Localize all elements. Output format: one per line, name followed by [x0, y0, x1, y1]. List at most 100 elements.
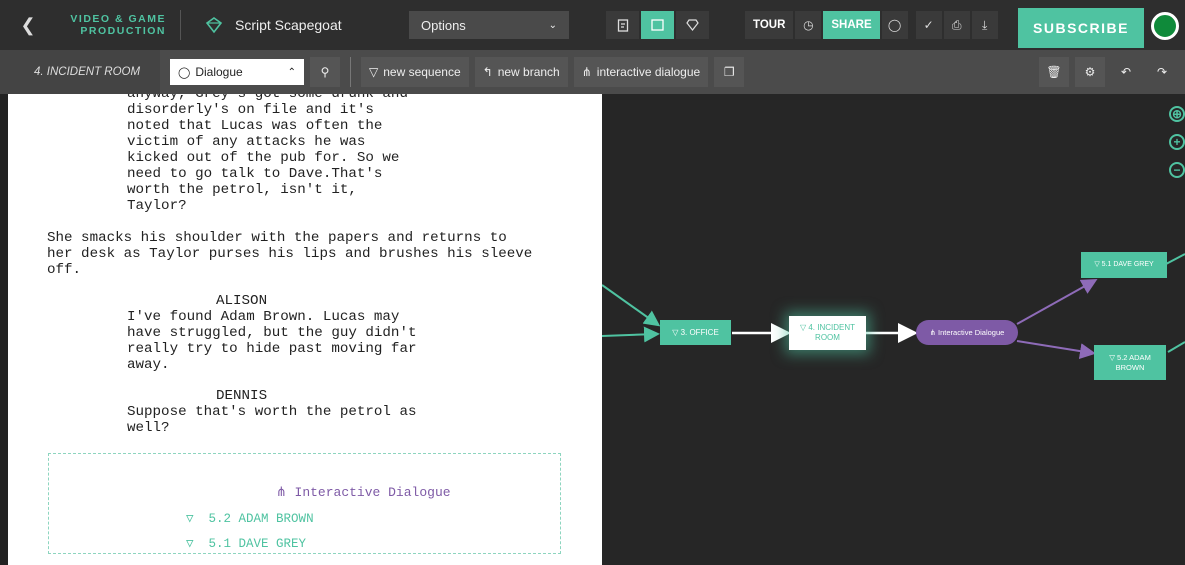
brand-line-2: PRODUCTION	[80, 25, 166, 37]
edge	[1165, 253, 1185, 265]
copy-icon: ❐	[723, 65, 735, 79]
branch-icon: ↰	[482, 65, 493, 79]
interactive-dialogue-button[interactable]: ⋔ interactive dialogue	[573, 57, 709, 87]
divider	[180, 10, 181, 40]
gem-icon: ▽	[1094, 261, 1102, 268]
interactive-dialogue-title-text: Interactive Dialogue	[294, 485, 451, 500]
dialogue-line: really try to hide past moving far	[127, 341, 417, 357]
new-branch-label: new branch	[497, 65, 560, 79]
gem-icon: ▽	[1109, 352, 1118, 362]
redo-icon[interactable]: ↷	[1147, 57, 1177, 87]
chevron-down-icon: ⌄	[548, 19, 557, 31]
dialogue-line: noted that Lucas was often the	[127, 118, 383, 134]
new-sequence-label: new sequence	[383, 65, 461, 79]
node-label-line-1: ▽ 5.2 ADAM	[1109, 353, 1151, 363]
dialogue-line: have struggled, but the guy didn't	[127, 325, 417, 341]
gem-icon: ▽	[186, 537, 209, 551]
interactive-dialogue-block[interactable]: ⋔ Interactive Dialogue ▽ 5.2 ADAM BROWN …	[48, 453, 561, 554]
edge	[1167, 341, 1185, 353]
action-group: TOUR ◷ SHARE ◯	[745, 11, 910, 39]
brand-logo[interactable]: VIDEO & GAME PRODUCTION	[48, 13, 166, 37]
node-label: 5.1 DAVE GREY	[1101, 261, 1154, 268]
dialogue-line: kicked out of the pub for. So we	[127, 150, 400, 166]
node-label-line-2: ROOM	[815, 333, 840, 342]
edge	[1016, 279, 1098, 325]
node-label-line-1: ▽ 4. INCIDENT	[800, 323, 855, 333]
select-content: ◯ Dialogue	[178, 65, 243, 79]
brand-line-1: VIDEO & GAME	[70, 13, 166, 25]
speech-bubble-icon: ◯	[178, 66, 191, 79]
dialogue-line: I've found Adam Brown. Lucas may	[127, 309, 400, 325]
interactive-dialogue-label: interactive dialogue	[596, 65, 701, 79]
edge	[602, 326, 660, 343]
download-icon[interactable]: ⤓	[971, 11, 998, 39]
options-dropdown[interactable]: Options ⌄	[409, 11, 569, 39]
utility-group: ✓ ⎙ ⤓	[915, 11, 1000, 39]
node-label: Interactive Dialogue	[938, 327, 1005, 337]
dialogue-line: Taylor?	[127, 198, 187, 214]
delete-icon[interactable]: 🗑	[1039, 57, 1069, 87]
element-type-select[interactable]: ◯ Dialogue ⌃	[170, 59, 304, 85]
dialogue-option[interactable]: ▽ 5.1 DAVE GREY	[141, 521, 306, 565]
gem-icon: ▽	[369, 65, 379, 79]
graph-node-incident-room[interactable]: ▽ 4. INCIDENT ROOM	[789, 316, 866, 350]
new-sequence-button[interactable]: ▽ new sequence	[361, 57, 469, 87]
select-value: Dialogue	[195, 65, 243, 79]
graph-node-adam-brown[interactable]: ▽ 5.2 ADAM BROWN	[1094, 345, 1166, 380]
scene-tools: 🗑 ⚙ ↶ ↷	[1033, 57, 1177, 87]
dialogue-line: Suppose that's worth the petrol as	[127, 404, 417, 420]
dialogue-option-label: 5.1 DAVE GREY	[208, 537, 307, 551]
new-branch-button[interactable]: ↰ new branch	[474, 57, 568, 87]
history-icon[interactable]: ◷	[795, 11, 822, 39]
character-name: DENNIS	[216, 388, 268, 404]
dialogue-line: away.	[127, 357, 170, 373]
project-icon	[205, 17, 223, 34]
print-icon[interactable]: ⎙	[943, 11, 970, 39]
tour-button[interactable]: TOUR	[745, 11, 794, 39]
project-title[interactable]: Script Scapegoat	[235, 17, 409, 33]
action-line: She smacks his shoulder with the papers …	[47, 230, 507, 246]
graph-view-button[interactable]	[676, 11, 709, 39]
split-icon	[651, 19, 664, 31]
marker-button[interactable]: ⚲	[310, 57, 340, 87]
node-label: 5.2 ADAM	[1117, 352, 1151, 362]
fit-view-icon[interactable]: ⊕	[1169, 106, 1185, 122]
dialogue-line: anyway, Grey's got some drunk and	[127, 94, 408, 102]
top-bar: ❮ VIDEO & GAME PRODUCTION Script Scapego…	[0, 0, 1185, 50]
node-label: 4. INCIDENT	[808, 323, 856, 332]
scene-toolbar: 4. INCIDENT ROOM ◯ Dialogue ⌃ ⚲ ▽ new se…	[0, 50, 1185, 94]
zoom-in-icon[interactable]: +	[1169, 134, 1185, 150]
pin-icon: ⚲	[320, 65, 330, 79]
graph-node-dave-grey[interactable]: ▽ 5.1 DAVE GREY	[1081, 252, 1167, 278]
script-editor[interactable]: anyway, Grey's got some drunk and disord…	[8, 94, 602, 565]
graph-node-interactive-dialogue[interactable]: ⋔ Interactive Dialogue	[916, 320, 1018, 345]
dialogue-line: worth the petrol, isn't it,	[127, 182, 357, 198]
action-line: her desk as Taylor purses his lips and b…	[47, 246, 533, 262]
edge	[1016, 340, 1096, 360]
view-toggle-group	[606, 11, 711, 39]
split-view-button[interactable]	[641, 11, 674, 39]
graph-node-office[interactable]: ▽ 3. OFFICE	[660, 320, 731, 345]
subscribe-button[interactable]: SUBSCRIBE	[1018, 8, 1144, 48]
zoom-out-icon[interactable]: −	[1169, 162, 1185, 178]
back-icon[interactable]: ❮	[14, 0, 42, 50]
gem-icon	[686, 19, 699, 31]
gem-icon: ▽	[672, 327, 681, 337]
duplicate-button[interactable]: ❐	[714, 57, 745, 87]
comment-icon[interactable]: ◯	[881, 11, 908, 39]
divider	[350, 57, 351, 87]
share-button[interactable]: SHARE	[823, 11, 880, 39]
avatar[interactable]	[1151, 12, 1179, 40]
dialogue-line: well?	[127, 420, 170, 436]
character-name: ALISON	[216, 293, 268, 309]
undo-icon[interactable]: ↶	[1111, 57, 1141, 87]
story-graph-canvas[interactable]: ▽ 3. OFFICE ▽ 4. INCIDENT ROOM ⋔ Interac…	[602, 94, 1185, 565]
script-view-button[interactable]	[606, 11, 639, 39]
dialogue-line: disorderly's on file and it's	[127, 102, 374, 118]
action-line: off.	[47, 262, 82, 278]
scene-label[interactable]: 4. INCIDENT ROOM	[0, 50, 160, 94]
chevron-up-icon: ⌃	[287, 66, 296, 78]
settings-icon[interactable]: ⚙	[1075, 57, 1105, 87]
node-label: 3. OFFICE	[680, 327, 719, 337]
check-icon[interactable]: ✓	[915, 11, 942, 39]
